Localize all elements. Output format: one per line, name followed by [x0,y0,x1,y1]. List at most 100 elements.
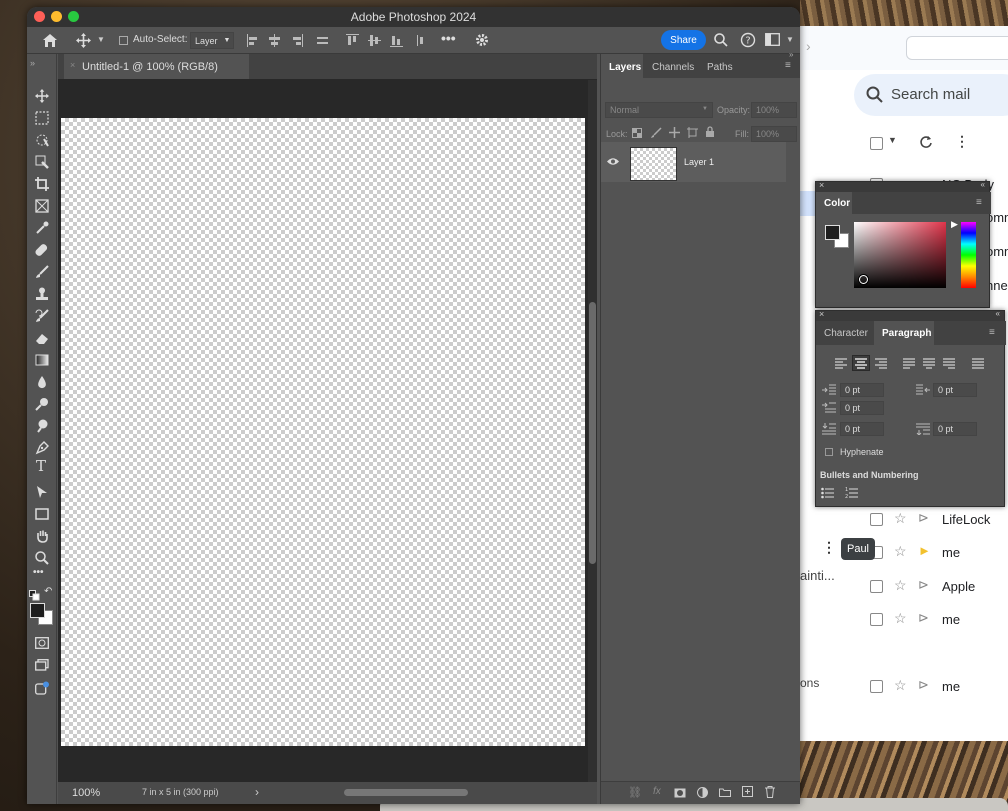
justify-last-left-icon[interactable] [903,358,915,369]
numbered-list-icon[interactable]: 12 [845,486,858,499]
hand-tool-icon[interactable] [35,529,49,543]
more-icon[interactable]: ••• [441,30,456,46]
space-before-field[interactable]: 0 pt [840,422,884,436]
zoom-tool-icon[interactable] [35,551,49,565]
collapse-icon[interactable]: « [981,180,985,189]
object-selection-icon[interactable] [35,133,49,147]
row-checkbox[interactable] [870,680,883,693]
row-sender[interactable]: Apple [942,579,975,594]
search-icon[interactable] [714,33,728,47]
color-picker-cursor[interactable] [859,275,868,284]
row-checkbox[interactable] [870,513,883,526]
dodge-tool-icon[interactable] [35,397,49,411]
chevron-right-icon[interactable]: › [806,38,811,54]
collapse-icon[interactable]: « [996,309,1000,318]
star-icon[interactable]: ☆ [894,577,907,594]
chevron-right-icon[interactable]: › [255,785,259,799]
layer-row[interactable]: Layer 1 [601,142,786,182]
importance-icon[interactable]: ⊳ [918,577,929,593]
more-options-icon[interactable]: ⋮ [955,133,969,150]
workspace-icon[interactable] [765,33,780,46]
row-checkbox[interactable] [870,613,883,626]
tab-paragraph[interactable]: Paragraph [882,328,931,339]
eraser-icon[interactable] [35,331,49,345]
share-button[interactable]: Share [661,30,706,50]
color-field[interactable] [854,222,946,288]
rectangle-tool-icon[interactable] [35,507,49,521]
lock-position-icon[interactable] [669,127,680,138]
collapse-icon[interactable]: » [30,58,35,68]
panel-header[interactable]: × « [816,180,989,192]
justify-all-icon[interactable] [972,358,984,369]
row-sender[interactable]: me [942,679,960,694]
search-input[interactable]: Search mail [891,86,970,103]
star-icon[interactable]: ☆ [894,543,907,560]
vertical-scrollbar[interactable] [588,80,597,782]
more-options-icon[interactable]: ⋮ [822,539,836,556]
zoom-level[interactable]: 100% [72,787,100,799]
layer-style-icon[interactable]: fx [653,786,661,797]
panel-menu-icon[interactable]: ≡ [976,197,982,208]
star-icon[interactable]: ☆ [894,510,907,527]
move-tool-icon[interactable] [35,89,49,103]
brush-tool-icon[interactable] [35,265,49,279]
refresh-icon[interactable] [919,135,933,149]
help-icon[interactable]: ? [740,32,756,48]
document-info[interactable]: 7 in x 5 in (300 ppi) [142,787,219,797]
close-icon[interactable]: × [819,309,824,319]
star-icon[interactable]: ☆ [894,610,907,627]
indent-left-field[interactable]: 0 pt [840,383,884,397]
maximize-button[interactable] [68,11,79,22]
path-selection-icon[interactable] [36,485,48,499]
important-marker-icon[interactable]: ► [918,543,931,558]
row-sender[interactable]: LifeLock [942,512,990,527]
type-tool-icon[interactable]: T [36,457,46,475]
edit-toolbar-icon[interactable] [35,681,50,695]
tab-paths[interactable]: Paths [707,62,733,73]
blend-mode-dropdown[interactable]: Normal ▼ [605,102,713,118]
hue-slider-handle[interactable]: ▶ [951,219,958,230]
chevron-down-icon[interactable]: ▼ [786,35,794,44]
row-sender[interactable]: me [942,612,960,627]
quick-mask-icon[interactable] [35,637,49,649]
tab-channels[interactable]: Channels [652,62,694,73]
frame-tool-icon[interactable] [35,199,49,213]
panel-menu-icon[interactable]: ≡ [785,60,791,71]
visibility-eye-icon[interactable] [607,157,619,166]
layer-name[interactable]: Layer 1 [684,157,714,167]
new-group-icon[interactable] [719,787,731,797]
chevron-down-icon[interactable]: ▼ [888,135,897,145]
row-checkbox[interactable] [870,580,883,593]
minimize-button[interactable] [51,11,62,22]
opacity-field[interactable]: 100% [751,102,797,118]
horizontal-scrollbar-thumb[interactable] [344,789,468,796]
align-right-icon[interactable] [875,358,887,369]
address-bar[interactable] [906,36,1008,60]
clone-stamp-icon[interactable] [35,287,49,301]
layer-thumbnail[interactable] [630,147,677,181]
tab-layers[interactable]: Layers [609,62,641,73]
chevron-down-icon[interactable]: ▼ [97,35,105,44]
add-mask-icon[interactable] [674,788,686,798]
space-after-field[interactable]: 0 pt [933,422,977,436]
swap-colors-icon[interactable]: ↶ [44,586,52,597]
foreground-color-swatch[interactable] [825,225,840,240]
marquee-tool-icon[interactable] [35,111,49,125]
close-button[interactable] [34,11,45,22]
crop-tool-icon[interactable] [35,177,49,191]
foreground-color-swatch[interactable] [30,603,45,618]
lock-all-icon[interactable] [705,126,715,138]
more-tools-icon[interactable]: ••• [33,567,44,578]
panel-menu-icon[interactable]: ≡ [989,327,995,338]
lock-artboard-icon[interactable] [687,127,698,138]
scrollbar-thumb[interactable] [589,302,596,564]
gradient-tool-icon[interactable] [35,353,49,367]
justify-last-center-icon[interactable] [923,358,935,369]
quick-selection-icon[interactable] [35,155,49,169]
row-sender[interactable]: me [942,545,960,560]
home-icon[interactable] [42,33,58,48]
indent-right-field[interactable]: 0 pt [933,383,977,397]
burn-tool-icon[interactable] [35,419,49,433]
document-tab[interactable]: × Untitled-1 @ 100% (RGB/8) [64,54,249,79]
lock-transparency-icon[interactable] [632,128,642,138]
